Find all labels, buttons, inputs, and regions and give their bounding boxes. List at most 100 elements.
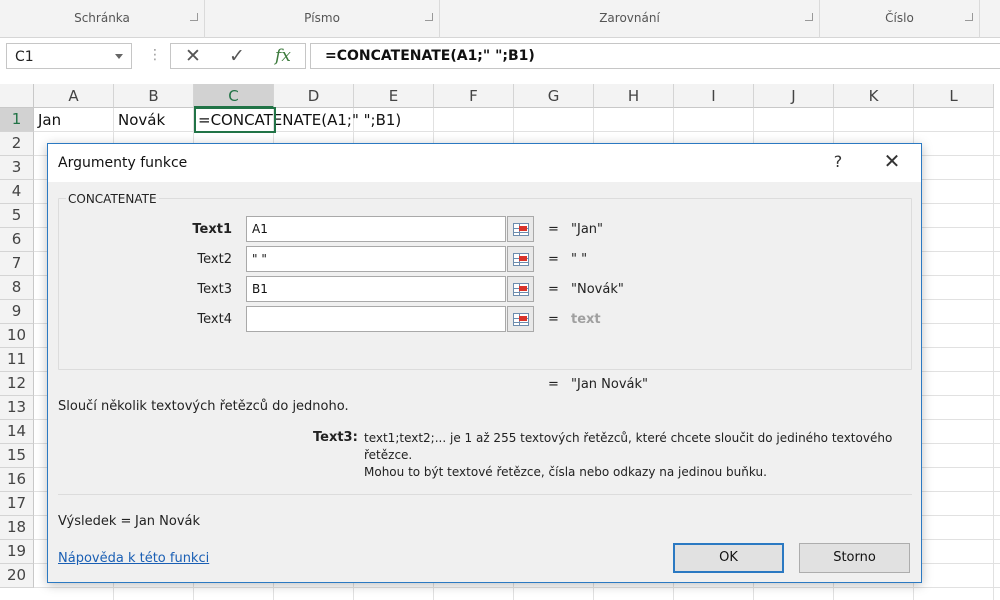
formula-input[interactable]: =CONCATENATE(A1;" ";B1) bbox=[310, 43, 1000, 69]
result-label: Výsledek = bbox=[58, 514, 132, 529]
help-icon[interactable]: ? bbox=[828, 152, 848, 171]
row-header-20[interactable]: 20 bbox=[0, 564, 34, 588]
ribbon-group-number: Číslo bbox=[820, 0, 980, 38]
dialog-launcher-icon[interactable] bbox=[425, 13, 433, 21]
arg-input-text4[interactable] bbox=[246, 306, 506, 332]
chevron-down-icon[interactable] bbox=[115, 54, 123, 59]
result-value: Jan Novák bbox=[135, 514, 201, 529]
arg-label-text1: Text1 bbox=[192, 222, 232, 237]
dialog-title: Argumenty funkce bbox=[58, 155, 188, 171]
column-header-d[interactable]: D bbox=[274, 84, 354, 108]
dialog-titlebar: Argumenty funkce ? ✕ bbox=[48, 144, 921, 182]
selected-arg-name: Text3: bbox=[313, 430, 358, 445]
row-header-8[interactable]: 8 bbox=[0, 276, 34, 300]
close-icon[interactable]: ✕ bbox=[880, 149, 904, 173]
column-header-h[interactable]: H bbox=[594, 84, 674, 108]
row-header-18[interactable]: 18 bbox=[0, 516, 34, 540]
row-header-13[interactable]: 13 bbox=[0, 396, 34, 420]
collapse-dialog-button[interactable] bbox=[507, 216, 534, 242]
arg-input-text3[interactable]: B1 bbox=[246, 276, 506, 302]
ribbon-group-alignment: Zarovnání bbox=[440, 0, 820, 38]
row-header-16[interactable]: 16 bbox=[0, 468, 34, 492]
ribbon-group-font: Písmo bbox=[205, 0, 440, 38]
arg-label-text3: Text3 bbox=[197, 282, 232, 297]
formula-bar: C1 ⋮ ✕ ✓ fx =CONCATENATE(A1;" ";B1) bbox=[0, 38, 1000, 84]
gridline bbox=[34, 587, 1000, 588]
function-arguments-dialog: Argumenty funkce ? ✕ CONCATENATE Text1 A… bbox=[47, 143, 922, 583]
collapse-dialog-button[interactable] bbox=[507, 246, 534, 272]
arrow-icon bbox=[519, 226, 527, 231]
row-header-11[interactable]: 11 bbox=[0, 348, 34, 372]
arg-input-text2[interactable]: " " bbox=[246, 246, 506, 272]
row-header-17[interactable]: 17 bbox=[0, 492, 34, 516]
cancel-button[interactable]: Storno bbox=[799, 543, 910, 573]
equals-sign: = bbox=[548, 377, 559, 392]
column-header-g[interactable]: G bbox=[514, 84, 594, 108]
ribbon-group-clipboard: Schránka bbox=[0, 0, 205, 38]
name-box[interactable]: C1 bbox=[6, 43, 132, 69]
column-header-c[interactable]: C bbox=[194, 84, 274, 108]
row-header-12[interactable]: 12 bbox=[0, 372, 34, 396]
column-header-k[interactable]: K bbox=[834, 84, 914, 108]
row-header-6[interactable]: 6 bbox=[0, 228, 34, 252]
cell-a1[interactable]: Jan bbox=[34, 108, 114, 132]
arg-result-text4: text bbox=[571, 312, 601, 327]
ok-button[interactable]: OK bbox=[673, 543, 784, 573]
column-header-b[interactable]: B bbox=[114, 84, 194, 108]
selected-arg-description: text1;text2;... je 1 až 255 textových ře… bbox=[364, 430, 914, 481]
formula-result: "Jan Novák" bbox=[571, 377, 648, 392]
dialog-launcher-icon[interactable] bbox=[190, 13, 198, 21]
cell-selection-border bbox=[194, 107, 276, 133]
row-header-4[interactable]: 4 bbox=[0, 180, 34, 204]
row-header-10[interactable]: 10 bbox=[0, 324, 34, 348]
function-name: CONCATENATE bbox=[66, 192, 159, 206]
drag-handle-icon[interactable]: ⋮ bbox=[148, 47, 162, 63]
arrow-icon bbox=[519, 256, 527, 261]
dialog-launcher-icon[interactable] bbox=[965, 13, 973, 21]
arg-description-line: text1;text2;... je 1 až 255 textových ře… bbox=[364, 431, 893, 462]
arg-input-text1[interactable]: A1 bbox=[246, 216, 506, 242]
row-header-2[interactable]: 2 bbox=[0, 132, 34, 156]
column-header-a[interactable]: A bbox=[34, 84, 114, 108]
ribbon-group-label: Schránka bbox=[74, 11, 130, 25]
row-header-3[interactable]: 3 bbox=[0, 156, 34, 180]
name-box-value: C1 bbox=[15, 49, 34, 65]
arrow-icon bbox=[519, 286, 527, 291]
column-header-l[interactable]: L bbox=[914, 84, 994, 108]
column-header-e[interactable]: E bbox=[354, 84, 434, 108]
column-header-f[interactable]: F bbox=[434, 84, 514, 108]
row-header-5[interactable]: 5 bbox=[0, 204, 34, 228]
select-all-corner[interactable] bbox=[0, 84, 34, 108]
checkmark-icon[interactable]: ✓ bbox=[217, 45, 257, 67]
column-header-i[interactable]: I bbox=[674, 84, 754, 108]
row-header-14[interactable]: 14 bbox=[0, 420, 34, 444]
row-header-9[interactable]: 9 bbox=[0, 300, 34, 324]
arg-result-text3: "Novák" bbox=[571, 282, 624, 297]
cell-b1[interactable]: Novák bbox=[114, 108, 194, 132]
dialog-launcher-icon[interactable] bbox=[805, 13, 813, 21]
arg-description-line: Mohou to být textové řetězce, čísla nebo… bbox=[364, 465, 767, 479]
collapse-dialog-button[interactable] bbox=[507, 306, 534, 332]
arrow-icon bbox=[519, 316, 527, 321]
gridline bbox=[993, 108, 994, 600]
arg-result-text2: " " bbox=[571, 252, 588, 267]
collapse-dialog-button[interactable] bbox=[507, 276, 534, 302]
ribbon: Schránka Písmo Zarovnání Číslo bbox=[0, 0, 1000, 38]
function-description: Sloučí několik textových řetězců do jedn… bbox=[58, 399, 349, 414]
row-header-15[interactable]: 15 bbox=[0, 444, 34, 468]
equals-sign: = bbox=[548, 252, 559, 267]
ribbon-group-label: Číslo bbox=[885, 11, 914, 25]
row-header-19[interactable]: 19 bbox=[0, 540, 34, 564]
arg-result-text1: "Jan" bbox=[571, 222, 603, 237]
row-header-7[interactable]: 7 bbox=[0, 252, 34, 276]
arg-label-text2: Text2 bbox=[197, 252, 232, 267]
ribbon-group-label: Zarovnání bbox=[599, 11, 660, 25]
arg-label-text4: Text4 bbox=[197, 312, 232, 327]
cancel-icon[interactable]: ✕ bbox=[173, 45, 213, 67]
divider bbox=[58, 494, 912, 495]
column-header-j[interactable]: J bbox=[754, 84, 834, 108]
insert-function-icon[interactable]: fx bbox=[263, 46, 303, 66]
equals-sign: = bbox=[548, 312, 559, 327]
help-link[interactable]: Nápověda k této funkci bbox=[58, 551, 209, 566]
row-header-1[interactable]: 1 bbox=[0, 108, 34, 132]
